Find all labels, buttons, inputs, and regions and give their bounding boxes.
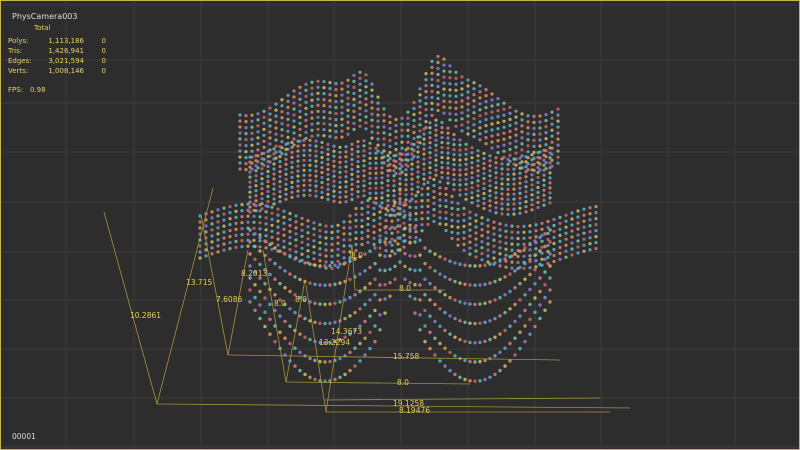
dimension-label: 8.0 [399,284,411,293]
stats-label: Edges: [8,57,32,65]
viewport[interactable]: PhysCamera003 Total Polys: 1,113,186 0 T… [0,0,800,450]
dimension-label: 8.2013 [241,269,268,278]
stats-label: Verts: [8,67,29,75]
stats-selected: 0 [101,57,106,65]
stats-total: 3,021,594 [48,57,84,65]
dimension-label: 8.0 [295,295,307,304]
fps-readout: FPS: 0.98 [8,86,46,94]
stats-selected: 0 [101,37,106,45]
stats-row-tris: Tris: 1,426,941 0 [8,46,106,56]
statistics-panel: Total Polys: 1,113,186 0 Tris: 1,426,941… [8,24,106,76]
stats-label: Polys: [8,37,29,45]
dimension-label: 8.19476 [399,406,431,415]
dimension-label: 10.2861 [130,311,162,320]
stats-total: 1,113,186 [48,37,84,45]
dimension-label: 8.0 [274,299,286,308]
stats-row-polys: Polys: 1,113,186 0 [8,36,106,46]
stats-row-verts: Verts: 1,008,146 0 [8,66,106,76]
fps-label: FPS: [8,86,24,94]
dimension-label: 15.758 [393,352,420,361]
stats-label: Tris: [8,47,23,55]
fps-value: 0.98 [30,86,46,94]
dimension-label: 8.0 [397,378,409,387]
dimension-label: 7.6086 [216,295,243,304]
stats-total: 1,426,941 [48,47,84,55]
stats-total: 1,008,146 [48,67,84,75]
stats-selected: 0 [101,47,106,55]
dimension-label: 13.2294 [319,338,351,347]
stats-selected: 0 [101,67,106,75]
dimension-label: 8.0 [351,251,363,260]
stats-row-edges: Edges: 3,021,594 0 [8,56,106,66]
dimension-label: 13.715 [186,278,213,287]
dimension-label: 14.3673 [331,327,363,336]
camera-name-label[interactable]: PhysCamera003 [12,12,77,21]
stats-header: Total [34,24,51,32]
frame-counter: 00001 [12,432,36,441]
